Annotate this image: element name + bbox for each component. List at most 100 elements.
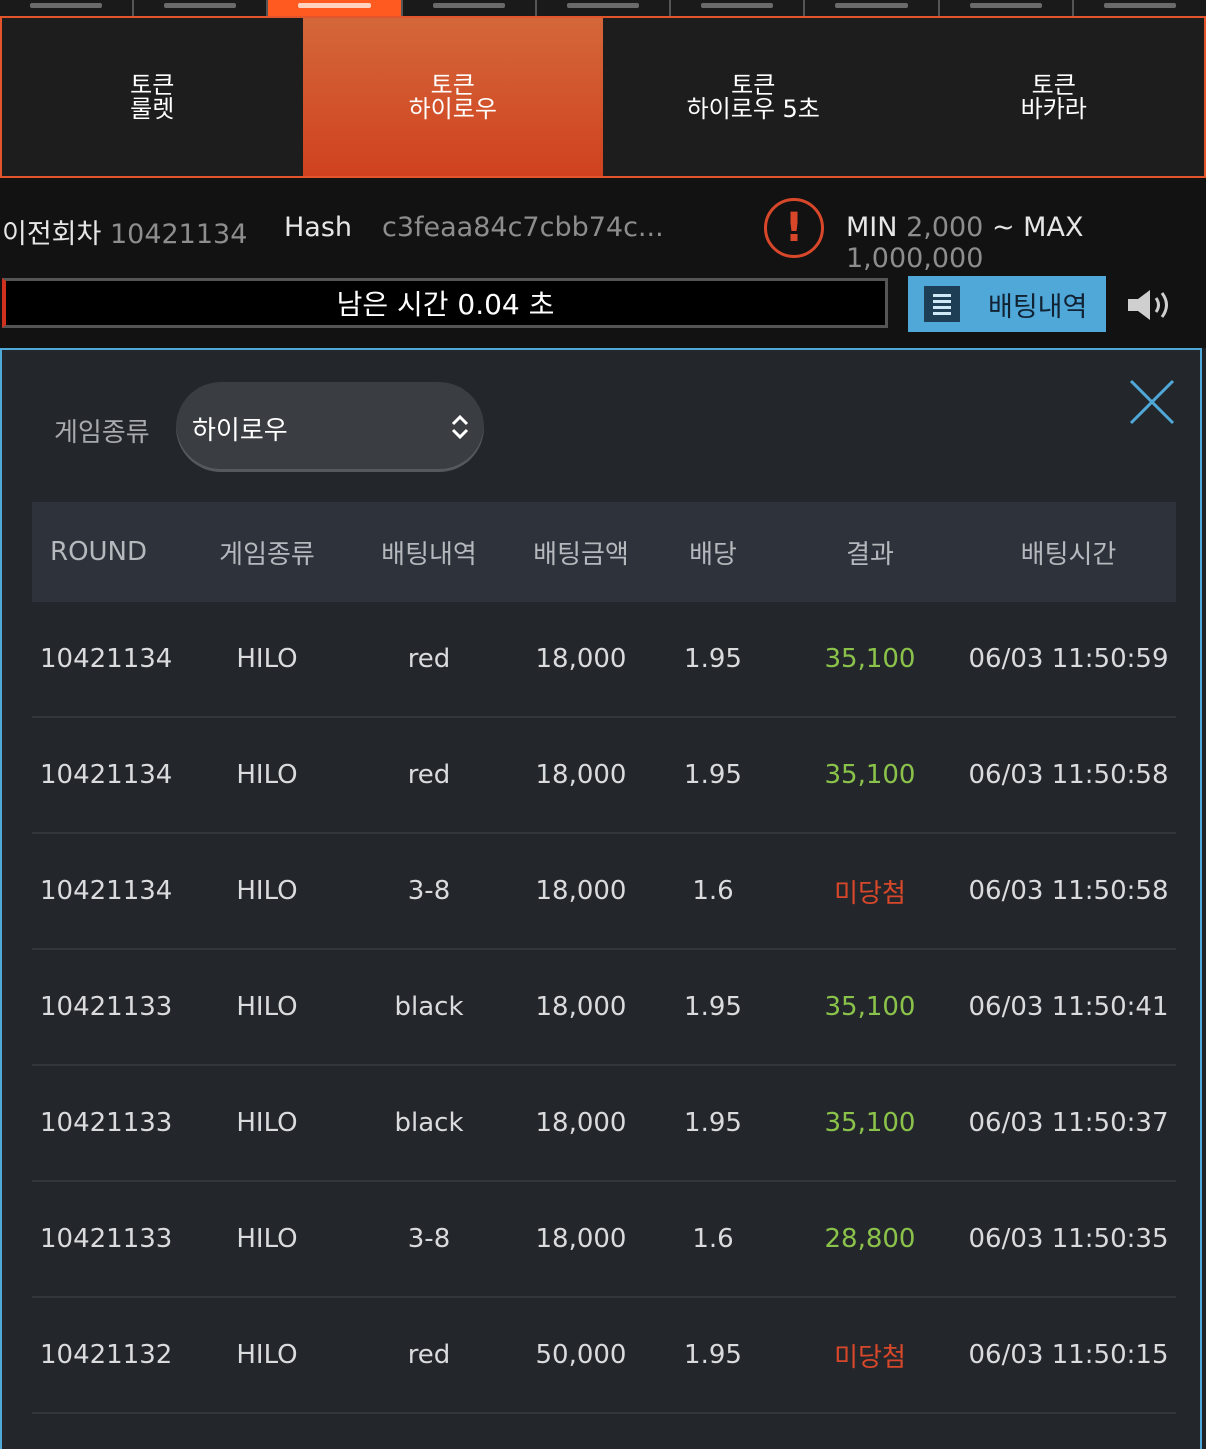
cell-amount: 18,000 (515, 833, 647, 950)
game-type-selected: 하이로우 (192, 416, 288, 446)
cell-time: 06/03 11:50:58 (961, 833, 1176, 950)
updown-chevron-icon (451, 414, 469, 440)
tab-line2: 바카라 (1020, 95, 1087, 123)
max-value: 1,000,000 (846, 243, 984, 274)
top-nav-item[interactable] (537, 0, 672, 16)
cell-round: 10421134 (32, 602, 191, 718)
table-row: 10421134 HILO 3-8 18,000 1.6 미당첨 06/03 11:50:5… (32, 833, 1176, 950)
speaker-icon[interactable] (1126, 288, 1174, 322)
cell-result: 35,100 (779, 949, 961, 1066)
top-nav-item[interactable] (805, 0, 940, 16)
warning-icon[interactable]: ! (764, 198, 824, 258)
bet-history-table: ROUND 게임종류 배팅내역 배팅금액 배당 결과 배팅시간 10421134… (32, 502, 1176, 1414)
cell-bet: 3-8 (343, 833, 515, 950)
cell-round: 10421133 (32, 1181, 191, 1298)
tab-line1: 토큰 (430, 71, 475, 99)
cell-time: 06/03 11:50:58 (961, 717, 1176, 834)
cell-bet: red (343, 1297, 515, 1414)
tab-token-baccarat[interactable]: 토큰 바카라 (904, 18, 1205, 176)
cell-amount: 18,000 (515, 717, 647, 834)
hash-value: c3feaa84c7cbb74c... (382, 212, 664, 243)
top-nav-item[interactable] (940, 0, 1074, 16)
top-nav-item-active[interactable] (268, 0, 403, 16)
tab-token-hilo[interactable]: 토큰 하이로우 (302, 18, 603, 176)
col-round: ROUND (32, 502, 191, 602)
cell-round: 10421134 (32, 833, 191, 950)
table-row: 10421134 HILO red 18,000 1.95 35,100 06/03 11:… (32, 602, 1176, 718)
table-row: 10421132 HILO red 50,000 1.95 미당첨 06/03 11:50:… (32, 1297, 1176, 1414)
table-row: 10421133 HILO 3-8 18,000 1.6 28,800 06/03 11:5… (32, 1181, 1176, 1298)
tab-line2: 하이로우 (408, 95, 497, 123)
cell-odds: 1.95 (647, 717, 779, 834)
tab-token-hilo-5s[interactable]: 토큰 하이로우 5초 (603, 18, 904, 176)
max-label: MAX (1023, 212, 1084, 243)
tab-token-roulette[interactable]: 토큰 룰렛 (2, 18, 303, 176)
remaining-time-text: 남은 시간 0.04 초 (336, 288, 555, 321)
cell-game: HILO (191, 1297, 343, 1414)
game-type-label: 게임종류 (54, 418, 150, 448)
cell-game: HILO (191, 1181, 343, 1298)
close-icon[interactable] (1128, 378, 1176, 426)
hash-label: Hash (284, 212, 353, 243)
game-tabs: 토큰 룰렛 토큰 하이로우 토큰 하이로우 5초 토큰 바카라 (0, 16, 1206, 178)
cell-time: 06/03 11:50:35 (961, 1181, 1176, 1298)
bet-history-panel: 게임종류 하이로우 ROUND 게임종류 배팅내역 배팅금액 배당 결과 배팅시… (0, 348, 1202, 1449)
cell-game: HILO (191, 949, 343, 1066)
cell-game: HILO (191, 717, 343, 834)
cell-amount: 18,000 (515, 1181, 647, 1298)
col-bet: 배팅내역 (343, 502, 515, 602)
col-odds: 배당 (647, 502, 779, 602)
cell-odds: 1.6 (647, 1181, 779, 1298)
cell-round: 10421132 (32, 1297, 191, 1414)
cell-amount: 18,000 (515, 602, 647, 718)
col-amount: 배팅금액 (515, 502, 647, 602)
table-header-row: ROUND 게임종류 배팅내역 배팅금액 배당 결과 배팅시간 (32, 502, 1176, 602)
cell-round: 10421134 (32, 717, 191, 834)
col-time: 배팅시간 (961, 502, 1176, 602)
min-label: MIN (846, 212, 898, 243)
cell-round: 10421133 (32, 1065, 191, 1182)
top-nav-item[interactable] (671, 0, 806, 16)
list-icon (924, 286, 960, 322)
bet-history-button[interactable]: 배팅내역 (908, 276, 1106, 332)
cell-game: HILO (191, 1065, 343, 1182)
cell-round: 10421133 (32, 949, 191, 1066)
cell-result: 35,100 (779, 717, 961, 834)
cell-bet: black (343, 1065, 515, 1182)
top-nav-item[interactable] (403, 0, 537, 16)
game-type-select[interactable]: 하이로우 (176, 382, 484, 472)
cell-time: 06/03 11:50:41 (961, 949, 1176, 1066)
cell-amount: 18,000 (515, 1065, 647, 1182)
table-row: 10421133 HILO black 18,000 1.95 35,100 06/03 1… (32, 949, 1176, 1066)
tab-line1: 토큰 (1031, 71, 1076, 99)
top-nav-item[interactable] (1074, 0, 1206, 16)
prev-round-label: 이전회차 (2, 219, 102, 250)
bet-limits: MIN 2,000 ~ MAX 1,000,000 (846, 212, 1206, 274)
cell-result: 35,100 (779, 1065, 961, 1182)
cell-bet: 3-8 (343, 1181, 515, 1298)
col-game: 게임종류 (191, 502, 343, 602)
cell-time: 06/03 11:50:37 (961, 1065, 1176, 1182)
tab-line1: 토큰 (130, 71, 175, 99)
tilde: ~ (991, 212, 1015, 243)
table-row: 10421133 HILO black 18,000 1.95 35,100 06/03 1… (32, 1065, 1176, 1182)
cell-time: 06/03 11:50:15 (961, 1297, 1176, 1414)
top-nav-item[interactable] (0, 0, 135, 16)
col-result: 결과 (779, 502, 961, 602)
bet-history-label: 배팅내역 (988, 291, 1088, 323)
remaining-time-bar: 남은 시간 0.04 초 (2, 278, 888, 328)
top-nav-item[interactable] (134, 0, 269, 16)
cell-odds: 1.95 (647, 602, 779, 718)
cell-result: 미당첨 (779, 1297, 961, 1414)
cell-bet: black (343, 949, 515, 1066)
cell-result: 미당첨 (779, 833, 961, 950)
cell-odds: 1.95 (647, 1065, 779, 1182)
cell-result: 35,100 (779, 602, 961, 718)
cell-amount: 50,000 (515, 1297, 647, 1414)
top-nav (0, 0, 1206, 16)
cell-odds: 1.95 (647, 1297, 779, 1414)
cell-bet: red (343, 602, 515, 718)
tab-line2: 룰렛 (130, 95, 175, 123)
prev-round-value: 10421134 (109, 219, 248, 250)
tab-line1: 토큰 (731, 71, 776, 99)
